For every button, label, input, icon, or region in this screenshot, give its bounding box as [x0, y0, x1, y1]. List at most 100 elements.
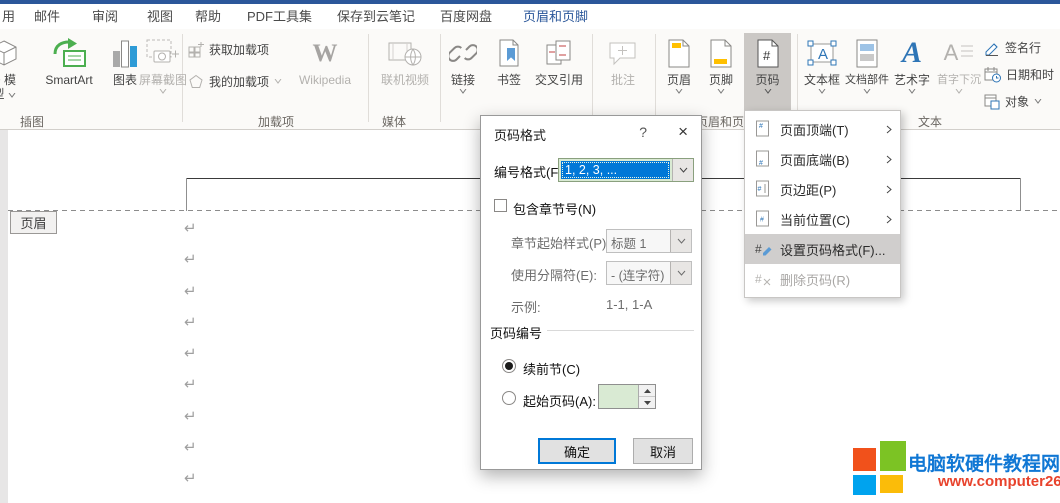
tab-mailings[interactable]: 邮件	[34, 4, 60, 29]
textbox-label: 文本框	[804, 73, 840, 87]
menu-item-bottom-of-page[interactable]: # 页面底端(B)	[745, 144, 900, 174]
ok-button[interactable]: 确定	[538, 438, 616, 464]
spin-up-button[interactable]	[639, 385, 655, 397]
chapter-style-combobox[interactable]: 标题 1	[606, 229, 692, 253]
3d-models-button[interactable]: D 模 型	[0, 33, 32, 110]
menu-item-format-page-numbers[interactable]: # 设置页码格式(F)...	[745, 234, 900, 264]
menu-item-remove-page-numbers[interactable]: # 删除页码(R)	[745, 264, 900, 294]
quick-parts-button[interactable]: 文档部件	[846, 33, 888, 110]
paragraph-mark: ↵	[184, 307, 197, 338]
chevron-down-icon	[159, 89, 167, 94]
svg-text:#: #	[760, 217, 764, 224]
chapter-style-value: 标题 1	[607, 230, 670, 252]
drop-cap-icon: A	[944, 33, 975, 73]
remove-page-number-icon: #	[754, 270, 772, 288]
number-format-combobox[interactable]: 1, 2, 3, ...	[558, 158, 694, 182]
svg-text:#: #	[755, 272, 762, 286]
combo-dropdown-button[interactable]	[670, 230, 691, 252]
drop-cap-button[interactable]: A 首字下沉	[936, 33, 982, 110]
group-separator	[655, 34, 656, 122]
start-at-field[interactable]	[599, 385, 638, 408]
menu-item-page-margins[interactable]: # 页边距(P)	[745, 174, 900, 204]
quick-parts-label: 文档部件	[845, 73, 889, 87]
page-number-current-icon: #	[754, 210, 772, 228]
signature-line-button[interactable]: 签名行	[984, 39, 1041, 56]
signature-pencil-icon	[984, 40, 1000, 56]
paragraph-mark: ↵	[184, 338, 197, 369]
chevron-down-icon	[274, 79, 282, 84]
online-video-button[interactable]: 联机视频	[376, 33, 434, 110]
separator-combobox[interactable]: - (连字符)	[606, 261, 692, 285]
spin-down-button[interactable]	[639, 397, 655, 408]
wikipedia-button[interactable]: W Wikipedia	[293, 33, 357, 110]
start-at-spinner[interactable]	[598, 384, 656, 409]
flag-orange-pane	[853, 448, 876, 471]
signature-line-label: 签名行	[1005, 39, 1041, 56]
combo-dropdown-button[interactable]	[672, 159, 693, 181]
triangle-down-icon	[644, 401, 651, 405]
cross-reference-icon	[546, 33, 573, 73]
tab-baidu-netdisk[interactable]: 百度网盘	[440, 4, 492, 29]
link-button[interactable]: 链接	[442, 33, 484, 110]
comment-button[interactable]: 批注	[596, 33, 650, 110]
chevron-down-icon	[908, 89, 916, 94]
page-number-format-dialog: 页码格式 ? × 编号格式(F): 1, 2, 3, ... 包含章节号(N) …	[480, 115, 702, 470]
page-number-button[interactable]: # 页码	[744, 33, 791, 110]
tab-save-to-cloud-notes[interactable]: 保存到云笔记	[337, 4, 415, 29]
document-border-tick-left	[186, 178, 187, 211]
start-at-radio[interactable]	[502, 391, 516, 405]
bookmark-label: 书签	[497, 73, 521, 87]
tab-review[interactable]: 审阅	[92, 4, 118, 29]
get-addins-button[interactable]: 获取加载项	[188, 41, 269, 58]
paragraph-mark: ↵	[184, 432, 197, 463]
combo-dropdown-button[interactable]	[670, 262, 691, 284]
include-chapter-checkbox[interactable]	[494, 199, 507, 212]
menu-item-top-of-page[interactable]: # 页面顶端(T)	[745, 114, 900, 144]
header-button[interactable]: 页眉	[658, 33, 700, 110]
windows-flag-logo	[853, 441, 906, 498]
get-addins-label: 获取加载项	[209, 41, 269, 58]
group-heading-rule	[547, 330, 694, 331]
link-label: 链接	[451, 73, 475, 87]
footer-label: 页脚	[709, 73, 733, 87]
textbox-button[interactable]: A 文本框	[798, 33, 846, 110]
chevron-down-icon	[8, 93, 16, 98]
paragraph-mark: ↵	[184, 401, 197, 432]
screenshot-button[interactable]: 屏幕截图	[142, 33, 184, 110]
chevron-down-icon	[955, 89, 963, 94]
tab-view[interactable]: 视图	[147, 4, 173, 29]
paragraph-mark: ↵	[184, 369, 197, 400]
cross-reference-button[interactable]: 交叉引用	[530, 33, 588, 110]
continue-from-previous-radio[interactable]	[502, 359, 516, 373]
separator-label: 使用分隔符(E):	[511, 265, 597, 284]
dialog-help-button[interactable]: ?	[639, 124, 647, 140]
header-area-tag: 页眉	[10, 211, 57, 234]
date-time-button[interactable]: 日期和时	[984, 66, 1054, 83]
group-label-media: 媒体	[364, 113, 424, 130]
menu-item-current-position[interactable]: # 当前位置(C)	[745, 204, 900, 234]
svg-text:#: #	[763, 48, 771, 63]
cancel-button[interactable]: 取消	[633, 438, 693, 464]
tab-header-footer-active[interactable]: 页眉和页脚	[523, 4, 588, 29]
chevron-down-icon	[1034, 99, 1042, 104]
bookmark-button[interactable]: 书签	[488, 33, 530, 110]
number-format-label: 编号格式(F):	[494, 162, 566, 181]
dialog-close-button[interactable]: ×	[678, 122, 688, 142]
footer-button[interactable]: 页脚	[700, 33, 742, 110]
triangle-up-icon	[644, 389, 651, 393]
chart-label: 图表	[113, 73, 137, 87]
page-number-margin-icon: #	[754, 180, 772, 198]
tab-reference-partial[interactable]: 用	[2, 4, 15, 29]
page-number-dropdown-menu: # 页面顶端(T) # 页面底端(B) # 页边距(P) # 当前位置(C) #…	[744, 110, 901, 298]
group-separator	[368, 34, 369, 122]
smartart-button[interactable]: SmartArt	[30, 33, 108, 110]
tab-help[interactable]: 帮助	[195, 4, 221, 29]
object-button[interactable]: 对象	[984, 93, 1042, 110]
chart-button[interactable]: 图表	[106, 33, 144, 110]
my-addins-button[interactable]: 我的加载项	[188, 73, 282, 90]
chevron-down-icon	[675, 89, 683, 94]
wordart-button[interactable]: A 艺术字	[888, 33, 936, 110]
page-number-icon: #	[756, 33, 780, 73]
tab-pdf-tools[interactable]: PDF工具集	[247, 4, 312, 29]
chevron-down-icon	[677, 238, 686, 244]
